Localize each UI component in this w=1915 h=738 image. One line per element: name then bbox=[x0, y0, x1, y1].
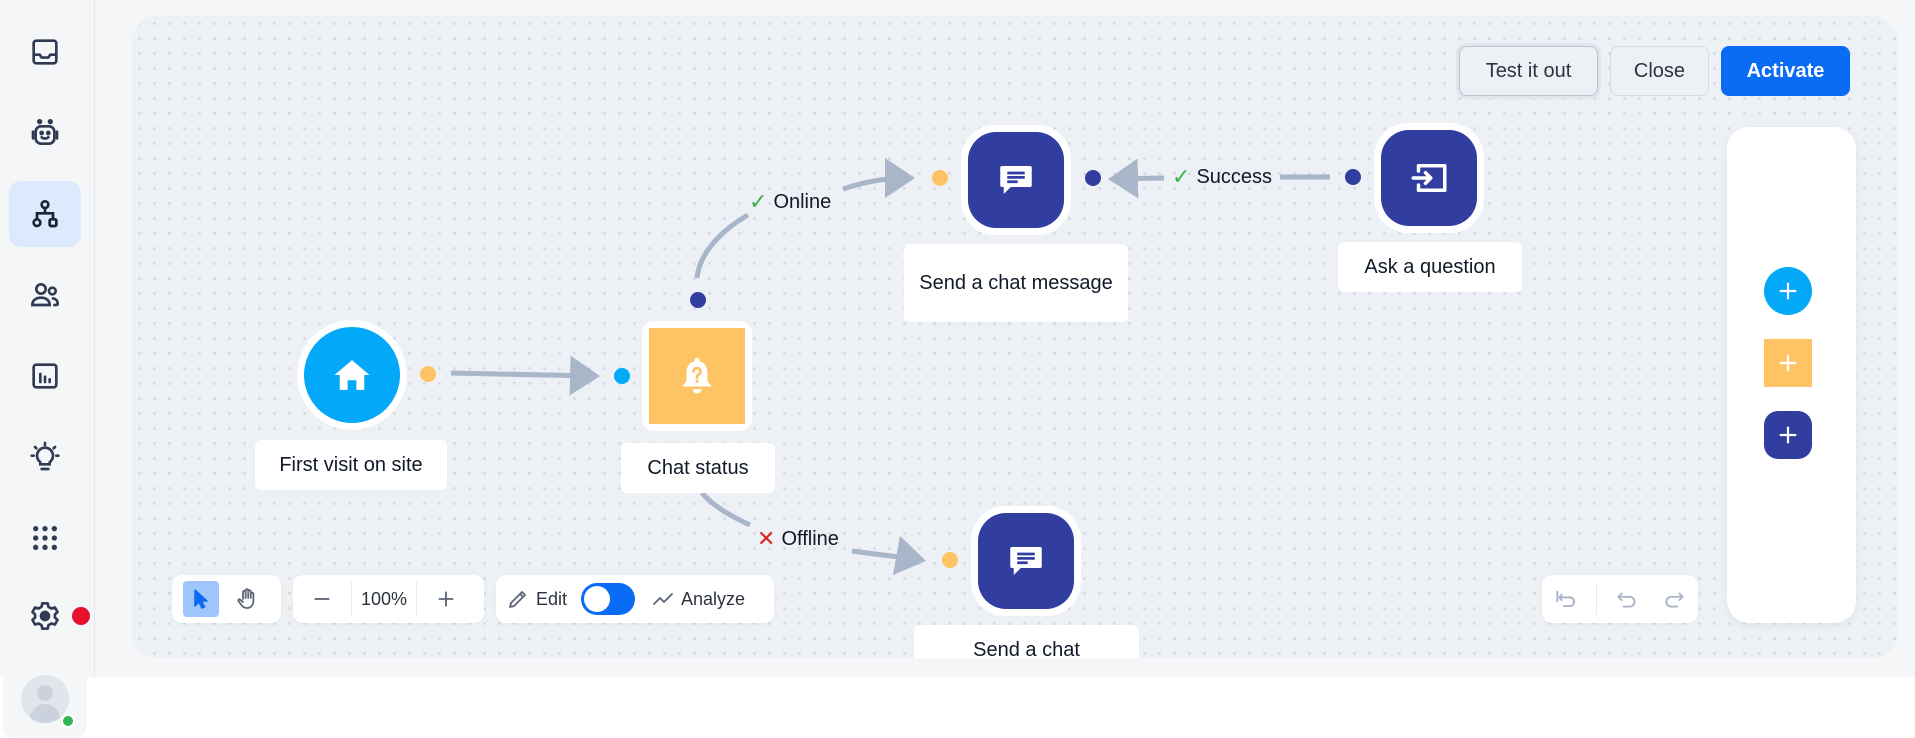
undo-button[interactable] bbox=[1603, 575, 1651, 623]
view-toolbar: Edit Analyze bbox=[496, 575, 774, 623]
redo-icon bbox=[1665, 592, 1684, 608]
edit-label: Edit bbox=[536, 588, 568, 609]
sidebar-item-inbox[interactable] bbox=[9, 19, 81, 85]
port-input[interactable] bbox=[614, 368, 630, 384]
toggle-knob bbox=[584, 586, 611, 612]
bell-question-icon bbox=[682, 357, 712, 394]
sidebar-item-ideas[interactable] bbox=[9, 424, 81, 490]
x-icon: ✕ bbox=[757, 526, 776, 551]
avatar-body bbox=[30, 704, 60, 723]
analyze-label: Analyze bbox=[681, 588, 746, 609]
pan-tool-button[interactable] bbox=[229, 581, 265, 617]
edge-label-offline[interactable]: ✕ Offline bbox=[757, 526, 839, 552]
select-tool-button[interactable] bbox=[183, 581, 219, 617]
zoom-in-button[interactable] bbox=[417, 575, 475, 623]
port-input[interactable] bbox=[942, 552, 958, 568]
settings-notification-badge bbox=[72, 607, 90, 625]
node-ask-question[interactable] bbox=[1374, 123, 1484, 233]
chat-message-icon bbox=[1010, 547, 1042, 575]
edit-analyze-toggle[interactable] bbox=[581, 583, 636, 615]
bot-icon bbox=[31, 119, 59, 145]
bar-chart-icon bbox=[32, 363, 58, 389]
undo-icon bbox=[1616, 592, 1635, 608]
node-label-first-visit[interactable]: First visit on site bbox=[255, 440, 447, 490]
port-output[interactable] bbox=[1085, 170, 1101, 186]
edit-mode-button[interactable]: Edit bbox=[506, 587, 567, 611]
analyze-mode-button[interactable]: Analyze bbox=[651, 587, 745, 611]
check-icon: ✓ bbox=[749, 189, 768, 214]
reset-history-button[interactable] bbox=[1542, 575, 1590, 623]
grid-icon bbox=[33, 526, 57, 550]
flow-icon bbox=[32, 200, 58, 228]
node-palette bbox=[1727, 127, 1856, 623]
node-label-chat-status[interactable]: Chat status bbox=[621, 443, 775, 493]
inbox-icon bbox=[32, 39, 58, 65]
node-label-ask-question[interactable]: Ask a question bbox=[1338, 242, 1522, 292]
port-input[interactable] bbox=[1345, 169, 1361, 185]
edge-label-success[interactable]: ✓ Success bbox=[1172, 164, 1272, 190]
sidebar bbox=[0, 0, 95, 677]
plus-icon bbox=[1779, 354, 1797, 372]
online-status-indicator bbox=[61, 714, 75, 728]
home-icon bbox=[334, 360, 370, 390]
app-page: ✓ Online ✓ Success ✕ Offline First visit… bbox=[0, 0, 1915, 677]
zoom-out-button[interactable] bbox=[293, 575, 351, 623]
undo-all-icon bbox=[1556, 590, 1575, 608]
plus-icon bbox=[438, 591, 454, 607]
lightbulb-icon bbox=[30, 441, 60, 471]
zoom-level: 100% bbox=[351, 582, 417, 616]
node-label-send-chat[interactable]: Send a chat bbox=[914, 625, 1139, 658]
mode-toolbar bbox=[172, 575, 281, 623]
add-trigger-button[interactable] bbox=[1764, 267, 1812, 315]
ask-question-icon bbox=[1411, 164, 1447, 192]
port-input[interactable] bbox=[932, 170, 948, 186]
history-toolbar bbox=[1542, 575, 1698, 623]
sidebar-item-analytics[interactable] bbox=[9, 343, 81, 409]
edge-label-online[interactable]: ✓ Online bbox=[749, 189, 831, 215]
minus-icon bbox=[314, 598, 330, 600]
chat-message-icon bbox=[1000, 166, 1032, 194]
header-actions: Test it out Close Activate bbox=[1459, 46, 1850, 96]
gear-icon bbox=[31, 602, 59, 630]
port-output[interactable] bbox=[690, 292, 706, 308]
plus-icon bbox=[1779, 282, 1797, 300]
user-menu[interactable] bbox=[3, 675, 87, 738]
divider bbox=[1595, 583, 1597, 615]
node-label-send-chat-message[interactable]: Send a chat message bbox=[904, 244, 1128, 322]
port-output[interactable] bbox=[420, 366, 436, 382]
node-chat-status[interactable] bbox=[642, 321, 752, 431]
cursor-icon bbox=[194, 589, 208, 609]
users-icon bbox=[30, 283, 60, 307]
redo-button[interactable] bbox=[1650, 575, 1698, 623]
pencil-icon bbox=[509, 591, 526, 608]
sidebar-item-chatbots[interactable] bbox=[9, 100, 81, 166]
check-icon: ✓ bbox=[1172, 164, 1191, 189]
sidebar-item-settings[interactable] bbox=[9, 583, 81, 649]
node-send-chat-message[interactable] bbox=[961, 125, 1071, 235]
sidebar-item-apps[interactable] bbox=[9, 505, 81, 571]
add-action-button[interactable] bbox=[1764, 411, 1812, 459]
test-it-out-button[interactable]: Test it out bbox=[1459, 46, 1598, 96]
close-button[interactable]: Close bbox=[1610, 46, 1709, 96]
zoom-toolbar: 100% bbox=[293, 575, 484, 623]
sidebar-item-flows[interactable] bbox=[9, 181, 81, 247]
node-send-chat[interactable] bbox=[971, 506, 1081, 616]
activate-button[interactable]: Activate bbox=[1721, 46, 1850, 96]
trend-icon bbox=[653, 593, 673, 605]
hand-icon bbox=[237, 588, 255, 609]
avatar-head bbox=[37, 685, 53, 701]
node-first-visit[interactable] bbox=[297, 320, 407, 430]
plus-icon bbox=[1779, 426, 1797, 444]
sidebar-item-customers[interactable] bbox=[9, 262, 81, 328]
add-condition-button[interactable] bbox=[1764, 339, 1812, 387]
